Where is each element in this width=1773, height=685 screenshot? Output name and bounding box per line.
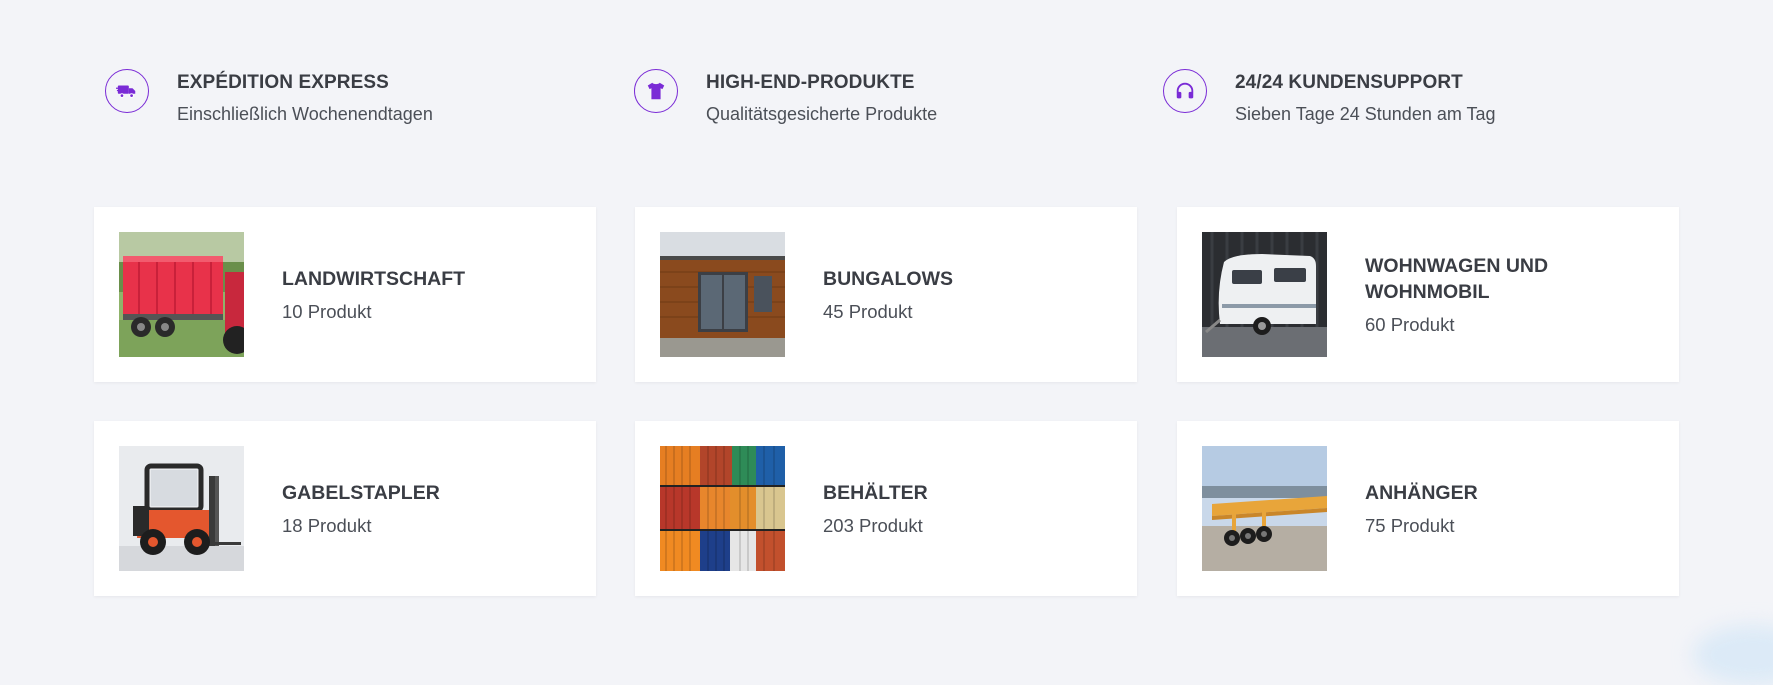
category-text: BEHÄLTER 203 Produkt bbox=[823, 421, 1113, 596]
category-title[interactable]: ANHÄNGER bbox=[1365, 480, 1655, 506]
features-bar: EXPÉDITION EXPRESS Einschließlich Wochen… bbox=[0, 0, 1773, 160]
category-text: WOHNWAGEN UND WOHNMOBIL 60 Produkt bbox=[1365, 207, 1655, 382]
category-card-landwirtschaft[interactable]: LANDWIRTSCHAFT 10 Produkt bbox=[94, 207, 596, 382]
feature-express-shipping: EXPÉDITION EXPRESS Einschließlich Wochen… bbox=[105, 68, 605, 128]
category-count: 203 Produkt bbox=[823, 514, 923, 536]
feature-title: EXPÉDITION EXPRESS bbox=[177, 72, 389, 93]
headphones-icon bbox=[1163, 69, 1207, 113]
category-card-behaelter[interactable]: BEHÄLTER 203 Produkt bbox=[635, 421, 1137, 596]
semi-trailer-photo[interactable] bbox=[1202, 446, 1327, 571]
category-text: ANHÄNGER 75 Produkt bbox=[1365, 421, 1655, 596]
category-title[interactable]: BUNGALOWS bbox=[823, 266, 1113, 292]
feature-subtitle: Sieben Tage 24 Stunden am Tag bbox=[1235, 104, 1496, 124]
corner-decoration bbox=[1693, 625, 1773, 685]
category-title[interactable]: LANDWIRTSCHAFT bbox=[282, 266, 572, 292]
truck-icon bbox=[105, 69, 149, 113]
feature-title: 24/24 KUNDENSUPPORT bbox=[1235, 72, 1463, 93]
feature-customer-support: 24/24 KUNDENSUPPORT Sieben Tage 24 Stund… bbox=[1163, 68, 1663, 128]
category-card-anhaenger[interactable]: ANHÄNGER 75 Produkt bbox=[1177, 421, 1679, 596]
category-card-wohnwagen[interactable]: WOHNWAGEN UND WOHNMOBIL 60 Produkt bbox=[1177, 207, 1679, 382]
forklift-photo[interactable] bbox=[119, 446, 244, 571]
category-count: 18 Produkt bbox=[282, 514, 372, 536]
category-count: 75 Produkt bbox=[1365, 514, 1455, 536]
shipping-containers-photo[interactable] bbox=[660, 446, 785, 571]
category-title[interactable]: GABELSTAPLER bbox=[282, 480, 572, 506]
feature-title: HIGH-END-PRODUKTE bbox=[706, 72, 915, 93]
feature-high-end-products: HIGH-END-PRODUKTE Qualitätsgesicherte Pr… bbox=[634, 68, 1134, 128]
feature-subtitle: Einschließlich Wochenendtagen bbox=[177, 104, 433, 124]
category-title[interactable]: BEHÄLTER bbox=[823, 480, 1113, 506]
agricultural-trailer-photo[interactable] bbox=[119, 232, 244, 357]
tshirt-icon bbox=[634, 69, 678, 113]
category-card-bungalows[interactable]: BUNGALOWS 45 Produkt bbox=[635, 207, 1137, 382]
category-count: 45 Produkt bbox=[823, 300, 913, 322]
bungalow-container-photo[interactable] bbox=[660, 232, 785, 357]
category-count: 10 Produkt bbox=[282, 300, 372, 322]
caravan-photo[interactable] bbox=[1202, 232, 1327, 357]
category-count: 60 Produkt bbox=[1365, 313, 1455, 335]
category-text: LANDWIRTSCHAFT 10 Produkt bbox=[282, 207, 572, 382]
feature-subtitle: Qualitätsgesicherte Produkte bbox=[706, 104, 938, 124]
category-text: BUNGALOWS 45 Produkt bbox=[823, 207, 1113, 382]
category-text: GABELSTAPLER 18 Produkt bbox=[282, 421, 572, 596]
category-title[interactable]: WOHNWAGEN UND WOHNMOBIL bbox=[1365, 253, 1655, 305]
category-card-gabelstapler[interactable]: GABELSTAPLER 18 Produkt bbox=[94, 421, 596, 596]
